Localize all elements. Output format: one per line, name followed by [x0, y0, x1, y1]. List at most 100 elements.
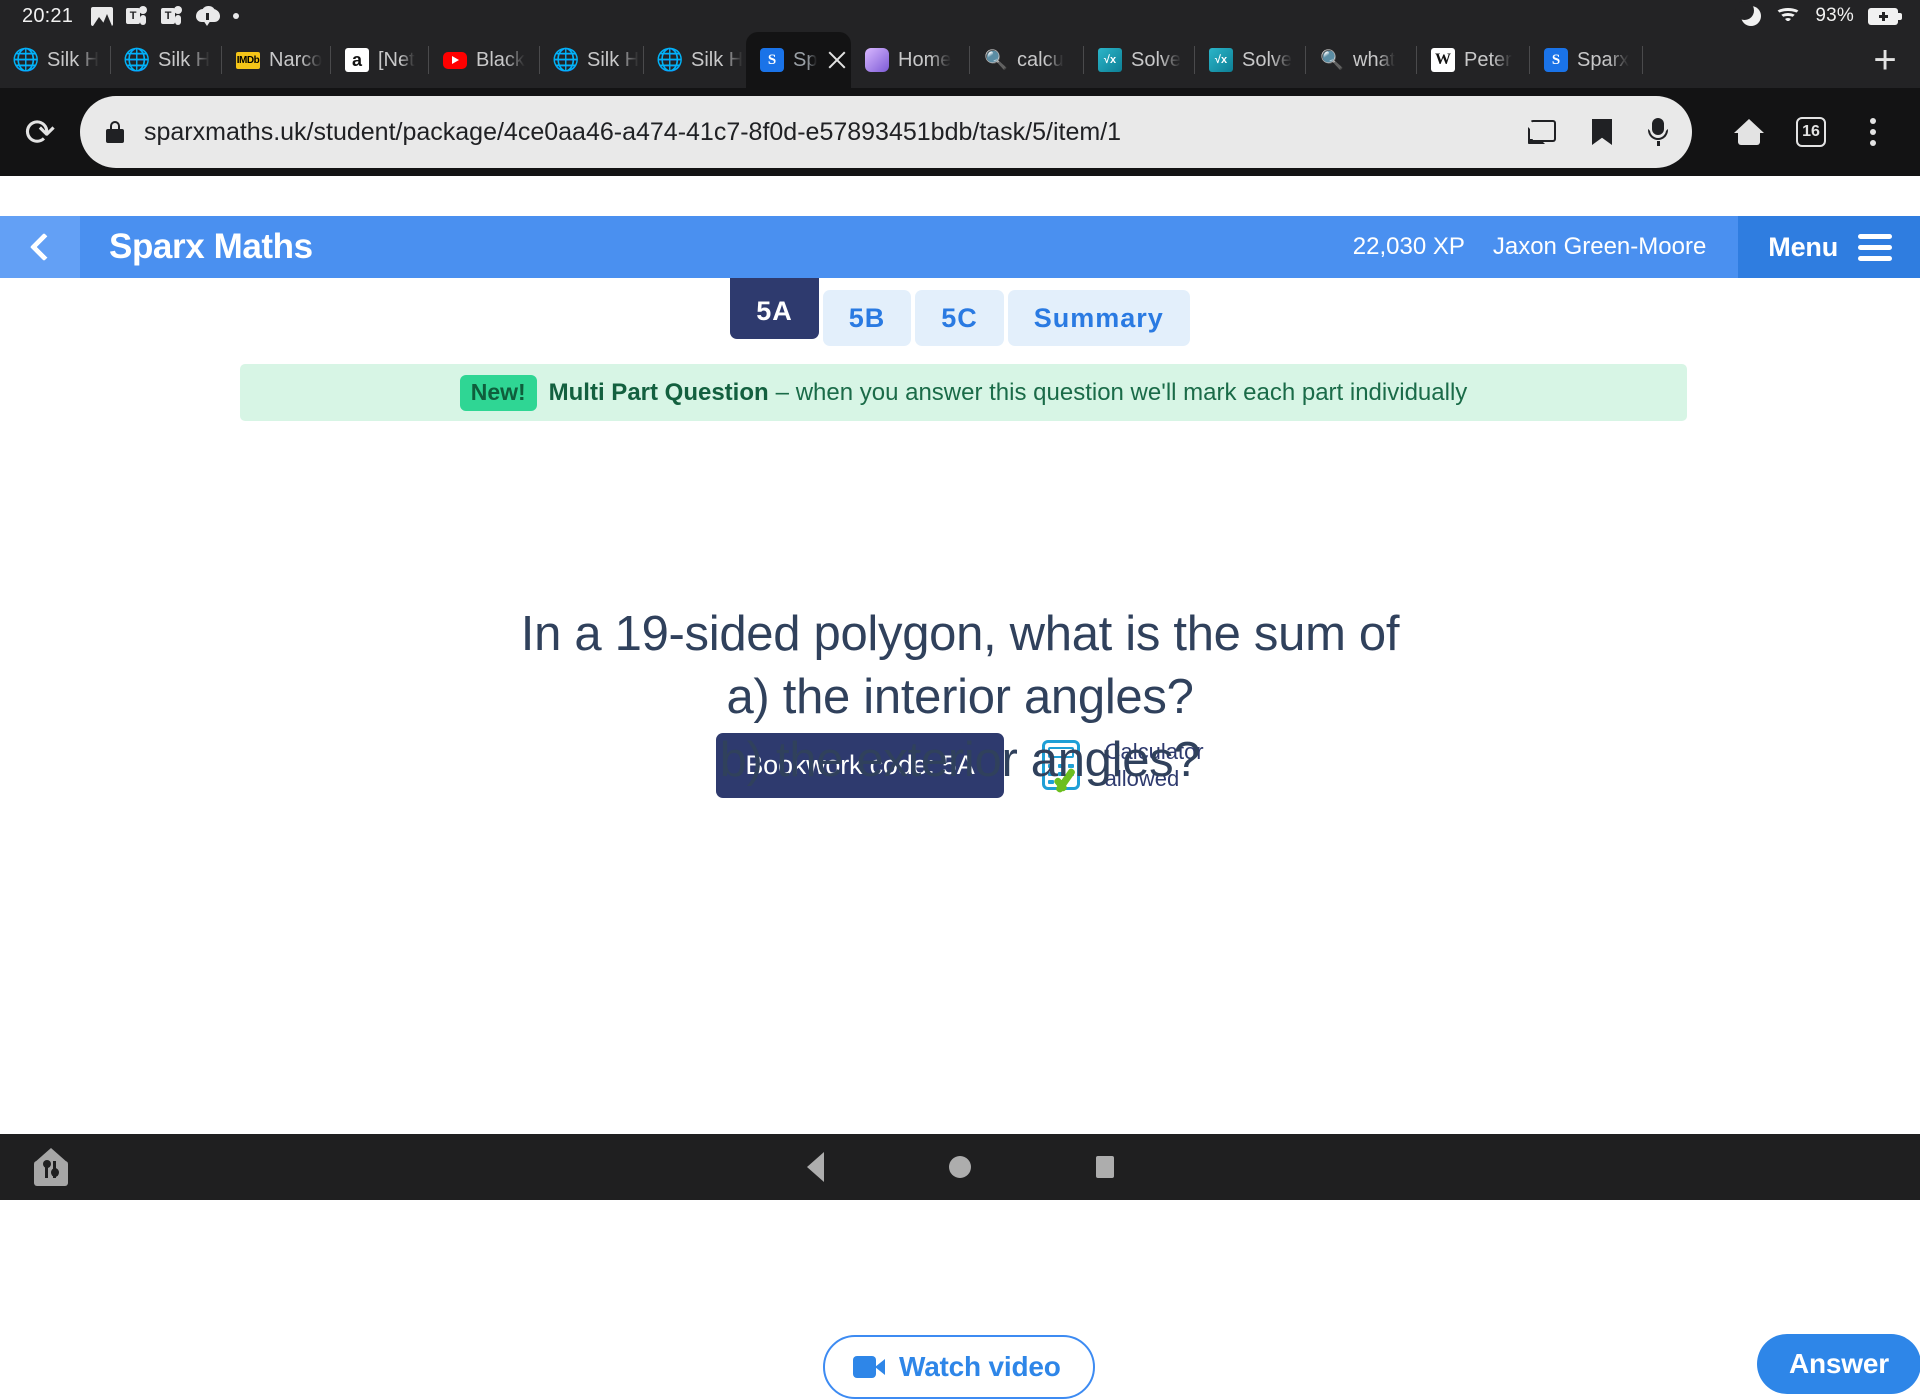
tab-label: Silk H [158, 49, 210, 72]
tab-label: Peter [1464, 49, 1512, 72]
wikipedia-icon: W [1431, 48, 1455, 72]
globe-icon: 🌐 [125, 48, 149, 72]
url-text[interactable]: sparxmaths.uk/student/package/4ce0aa46-a… [144, 118, 1510, 147]
tab-label: Sparx [1577, 49, 1629, 72]
status-clock: 20:21 [22, 5, 73, 28]
tab-5a[interactable]: 5A [730, 278, 819, 339]
tab-5c[interactable]: 5C [915, 290, 1004, 346]
globe-icon: 🌐 [14, 48, 38, 72]
mathsolver-icon: √x [1098, 48, 1122, 72]
question-line-1: In a 19-sided polygon, what is the sum o… [0, 603, 1920, 666]
browser-tab[interactable]: 🔍 calcu [970, 32, 1083, 88]
watch-video-button[interactable]: Watch video [823, 1335, 1095, 1399]
browser-tab[interactable]: IMDb Narco [222, 32, 330, 88]
home-icon [1734, 119, 1764, 145]
battery-percent-label: 93% [1815, 5, 1854, 27]
wifi-icon [1775, 7, 1801, 26]
browser-tab[interactable]: √x Solve [1195, 32, 1305, 88]
bookmark-icon[interactable] [1592, 119, 1612, 145]
home3d-icon [865, 48, 889, 72]
answer-button[interactable]: Answer [1757, 1334, 1920, 1394]
browser-tab-active-sparx[interactable]: S Sp [746, 32, 851, 88]
new-tab-button[interactable]: + [1850, 32, 1920, 88]
back-button[interactable] [0, 216, 80, 278]
question-line-3: b) the exterior angles? [0, 729, 1920, 792]
android-status-bar: 20:21 T T 93% [0, 0, 1920, 32]
teams-icon: T [161, 6, 183, 26]
reload-button[interactable]: ⟳ [0, 88, 80, 176]
app-title: Sparx Maths [109, 227, 313, 267]
tab-divider [1642, 46, 1643, 74]
tab-label: Silk H [587, 49, 639, 72]
overflow-menu-icon [1870, 118, 1876, 146]
app-header: Sparx Maths 22,030 XP Jaxon Green-Moore … [0, 216, 1920, 278]
browser-tab[interactable]: 🌐 Silk H [540, 32, 643, 88]
image-icon [91, 7, 113, 26]
moon-icon [1741, 6, 1761, 26]
tab-label: [Net [378, 49, 415, 72]
status-system-icons: 93% [1741, 5, 1898, 27]
menu-button[interactable]: Menu [1738, 216, 1920, 278]
browser-tab[interactable]: 🌐 Silk H [0, 32, 110, 88]
browser-tab[interactable]: W Peter [1417, 32, 1529, 88]
home-button[interactable] [1718, 88, 1780, 176]
globe-icon: 🌐 [554, 48, 578, 72]
lock-icon [106, 121, 124, 143]
browser-tab[interactable]: S Sparx [1530, 32, 1642, 88]
browser-tab[interactable]: 🌐 Silk H [111, 32, 221, 88]
question-text: In a 19-sided polygon, what is the sum o… [0, 603, 1920, 793]
search-icon: 🔍 [984, 48, 1008, 72]
tab-label: Silk H [47, 49, 99, 72]
new-badge: New! [460, 375, 537, 411]
user-name-label: Jaxon Green-Moore [1493, 233, 1706, 261]
tab-label: Silk H [691, 49, 743, 72]
question-tabs[interactable]: 5A 5B 5C Summary [0, 290, 1920, 346]
tab-label: calcu [1017, 49, 1064, 72]
video-camera-icon [853, 1356, 885, 1378]
tab-label: what [1353, 49, 1395, 72]
menu-label: Menu [1768, 232, 1838, 263]
close-icon[interactable] [826, 49, 848, 71]
house-utensils-icon[interactable] [34, 1148, 68, 1186]
browser-tab[interactable]: 🔍 what [1306, 32, 1416, 88]
tab-label: Sp [793, 49, 817, 72]
browser-tab[interactable]: a [Net [331, 32, 428, 88]
page-content: 5A 5B 5C Summary New! Multi Part Questio… [0, 278, 1920, 1134]
multi-part-question-banner: New! Multi Part Question – when you answ… [240, 364, 1687, 421]
dot-icon [233, 13, 239, 19]
circle-home-icon[interactable] [949, 1156, 971, 1178]
tab-label: Solve [1131, 49, 1181, 72]
browser-toolbar: ⟳ sparxmaths.uk/student/package/4ce0aa46… [0, 88, 1920, 176]
browser-tab[interactable]: Black [429, 32, 539, 88]
status-notification-icons: T T [91, 6, 239, 26]
tab-label: Home [898, 49, 951, 72]
browser-tab[interactable]: Home [851, 32, 969, 88]
search-icon: 🔍 [1320, 48, 1344, 72]
hamburger-icon [1858, 234, 1892, 261]
overflow-menu-button[interactable] [1842, 88, 1904, 176]
imdb-icon: IMDb [236, 52, 260, 69]
question-line-2: a) the interior angles? [0, 666, 1920, 729]
teams-icon: T [126, 6, 148, 26]
browser-tab-strip[interactable]: 🌐 Silk H 🌐 Silk H IMDb Narco a [Net Blac… [0, 32, 1920, 88]
address-bar[interactable]: sparxmaths.uk/student/package/4ce0aa46-a… [80, 96, 1692, 168]
browser-tab[interactable]: √x Solve [1084, 32, 1194, 88]
tab-summary[interactable]: Summary [1008, 290, 1190, 346]
tab-label: Solve [1242, 49, 1292, 72]
browser-tab[interactable]: 🌐 Silk H [644, 32, 746, 88]
mathsolver-icon: √x [1209, 48, 1233, 72]
tab-switcher-button[interactable]: 16 [1780, 88, 1842, 176]
tab-5b[interactable]: 5B [823, 290, 912, 346]
android-nav-bar [0, 1134, 1920, 1200]
xp-label: 22,030 XP [1353, 233, 1465, 261]
chevron-left-icon [29, 233, 57, 261]
cast-icon[interactable] [1528, 120, 1556, 144]
globe-icon: 🌐 [658, 48, 682, 72]
youtube-icon [443, 52, 467, 69]
watch-video-label: Watch video [899, 1351, 1061, 1383]
tab-count-icon: 16 [1796, 117, 1826, 147]
banner-description: – when you answer this question we'll ma… [776, 379, 1468, 407]
microphone-icon[interactable] [1648, 118, 1668, 146]
square-recents-icon[interactable] [1096, 1156, 1114, 1178]
triangle-back-icon[interactable] [807, 1152, 824, 1182]
